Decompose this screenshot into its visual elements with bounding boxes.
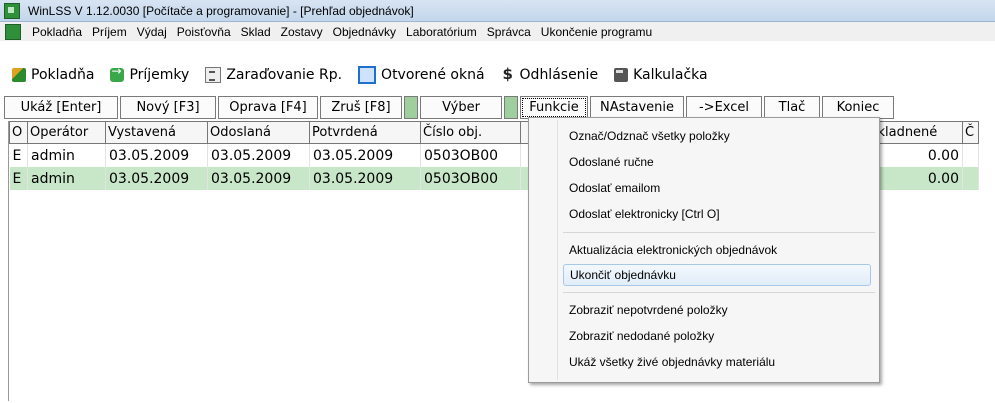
- system-menu-icon[interactable]: [5, 23, 21, 40]
- logout-icon: [501, 65, 515, 83]
- menu-poistovna[interactable]: Poisťovňa: [172, 25, 236, 39]
- calculator-icon: [614, 68, 629, 82]
- cell-o: E: [9, 167, 28, 190]
- cell-cislo: 0503OB00: [420, 167, 521, 190]
- menu-item-sent-manually[interactable]: Odoslané ručne: [569, 152, 869, 172]
- menu-item-toggle-all[interactable]: Označ/Odznač všetky položky: [569, 126, 869, 146]
- menu-objednavky[interactable]: Objednávky: [328, 25, 401, 39]
- cell-o: E: [9, 143, 28, 167]
- window-title: WinLSS V 1.12.0030 [Počítače a programov…: [28, 3, 414, 18]
- receipt-icon: [110, 64, 125, 82]
- functions-dropdown-menu: Označ/Odznač všetky položky Odoslané ruč…: [528, 117, 880, 383]
- menu-separator: [563, 232, 875, 233]
- menu-pokladna[interactable]: Pokladňa: [27, 25, 87, 39]
- cell-odoslana: 03.05.2009: [207, 143, 310, 167]
- menu-item-show-live-orders[interactable]: Ukáž všetky živé objednávky materiálu: [569, 352, 869, 372]
- settings-button[interactable]: NAstavenie: [590, 96, 684, 119]
- show-button[interactable]: Ukáž [Enter]: [4, 96, 118, 119]
- separator: [504, 96, 518, 119]
- toolbar-pokladna-label: Pokladňa: [31, 67, 95, 83]
- cell-potvrdena: 03.05.2009: [309, 167, 421, 190]
- toolbar-kalkulacka-button[interactable]: Kalkulačka: [614, 67, 708, 83]
- exit-button[interactable]: Koniec: [822, 96, 894, 119]
- menu-laboratorium[interactable]: Laboratórium: [401, 25, 482, 39]
- edit-button[interactable]: Oprava [F4]: [218, 96, 318, 119]
- toolbar-prijemky-label: Príjemky: [129, 67, 190, 83]
- toolbar-odhlasenie-label: Odhlásenie: [519, 67, 599, 83]
- title-bar: WinLSS V 1.12.0030 [Počítače a programov…: [0, 0, 995, 22]
- cell-extra: [962, 143, 979, 167]
- col-header-o[interactable]: O: [9, 121, 28, 144]
- windows-icon: [358, 66, 377, 84]
- col-header-potvrdena[interactable]: Potvrdená: [309, 121, 421, 144]
- menu-item-send-email[interactable]: Odoslať emailom: [569, 178, 869, 198]
- cell-vystavena: 03.05.2009: [105, 167, 208, 190]
- app-icon: [4, 2, 20, 19]
- menu-prijem[interactable]: Príjem: [87, 25, 132, 39]
- toolbar-otvorene-label: Otvorené okná: [381, 67, 485, 83]
- menu-item-show-unconfirmed[interactable]: Zobraziť nepotvrdené položky: [569, 300, 869, 320]
- menu-ukoncenie[interactable]: Ukončenie programu: [536, 25, 657, 39]
- export-excel-button[interactable]: ->Excel: [686, 96, 762, 119]
- classify-icon: [205, 67, 222, 83]
- toolbar-otvorene-button[interactable]: Otvorené okná: [358, 66, 485, 84]
- separator: [404, 96, 418, 119]
- toolbar-kalkulacka-label: Kalkulačka: [633, 67, 708, 83]
- cell-cislo: 0503OB00: [420, 143, 521, 167]
- cell-operator: admin: [27, 143, 106, 167]
- action-button-bar: Ukáž [Enter] Nový [F3] Oprava [F4] Zruš …: [4, 96, 896, 119]
- cash-register-icon: [12, 68, 26, 82]
- toolbar-prijemky-button[interactable]: Príjemky: [110, 64, 190, 83]
- print-button[interactable]: Tlač: [764, 96, 820, 119]
- new-button[interactable]: Nový [F3]: [120, 96, 216, 119]
- cancel-button[interactable]: Zruš [F8]: [320, 96, 402, 119]
- cell-odoslana: 03.05.2009: [207, 167, 310, 190]
- col-header-cislo[interactable]: Číslo obj.: [420, 121, 521, 144]
- cell-operator: admin: [27, 167, 106, 190]
- menu-zostavy[interactable]: Zostavy: [276, 25, 328, 39]
- col-header-vystavena[interactable]: Vystavená: [105, 121, 208, 144]
- functions-button[interactable]: Funkcie: [520, 96, 588, 119]
- menu-item-update-electronic[interactable]: Aktualizácia elektronických objednávok: [569, 240, 869, 260]
- menu-bar: Pokladňa Príjem Výdaj Poisťovňa Sklad Zo…: [0, 22, 995, 41]
- menu-spravca[interactable]: Správca: [482, 25, 536, 39]
- toolbar-zaradovanie-label: Zaraďovanie Rp.: [226, 67, 343, 83]
- menu-item-send-electronic[interactable]: Odoslať elektronicky [Ctrl O]: [569, 204, 869, 224]
- menu-sklad[interactable]: Sklad: [236, 25, 276, 39]
- toolbar-odhlasenie-button[interactable]: Odhlásenie: [501, 65, 599, 83]
- menu-item-finish-order[interactable]: Ukončiť objednávku: [563, 264, 871, 286]
- toolbar: Pokladňa Príjemky Zaraďovanie Rp. Otvore…: [0, 62, 995, 88]
- col-header-odoslana[interactable]: Odoslaná: [207, 121, 310, 144]
- cell-vystavena: 03.05.2009: [105, 143, 208, 167]
- col-header-operator[interactable]: Operátor: [27, 121, 106, 144]
- toolbar-pokladna-button[interactable]: Pokladňa: [12, 67, 94, 83]
- cell-potvrdena: 03.05.2009: [309, 143, 421, 167]
- toolbar-zaradovanie-button[interactable]: Zaraďovanie Rp.: [205, 67, 342, 83]
- menu-separator: [563, 292, 875, 293]
- col-header-extra[interactable]: Č: [962, 121, 979, 144]
- menu-item-show-undelivered[interactable]: Zobraziť nedodané položky: [569, 326, 869, 346]
- menu-vydaj[interactable]: Výdaj: [132, 25, 172, 39]
- cell-extra: [962, 167, 979, 190]
- select-button[interactable]: Výber: [420, 96, 502, 119]
